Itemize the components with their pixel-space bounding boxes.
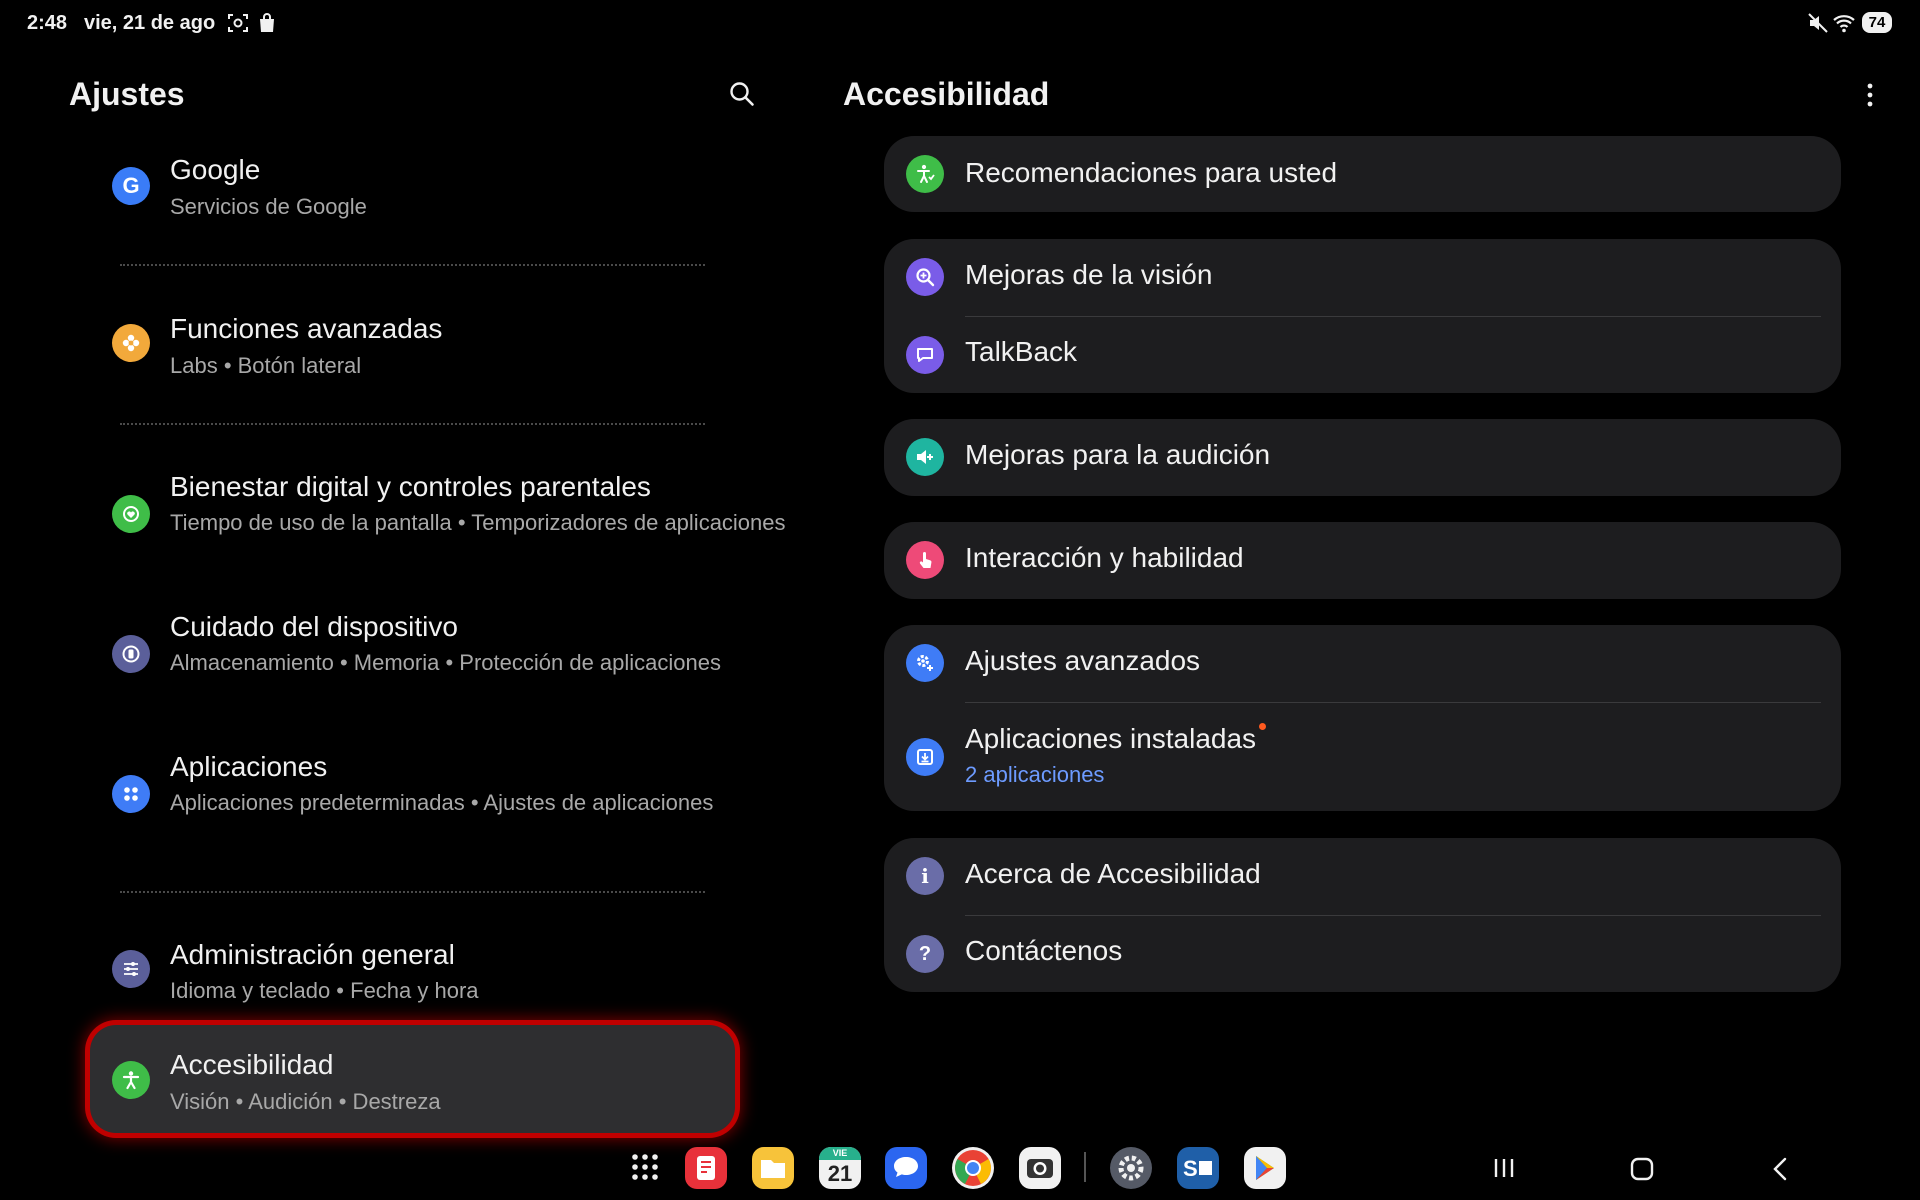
settings-item-subtitle: Servicios de Google [170, 194, 367, 219]
svg-text:S: S [1183, 1156, 1198, 1181]
s-app-icon[interactable]: S [1177, 1147, 1219, 1189]
back-button[interactable] [1770, 1157, 1790, 1181]
settings-item-apps[interactable]: Aplicaciones Aplicaciones predeterminada… [90, 747, 736, 852]
settings-item-subtitle: Labs • Botón lateral [170, 353, 362, 378]
notes-app-icon[interactable] [685, 1147, 727, 1189]
settings-item-general-management[interactable]: Administración general Idioma y teclado … [90, 935, 736, 1010]
download-icon [906, 738, 944, 776]
wifi-icon [1833, 15, 1855, 33]
settings-item-subtitle: Tiempo de uso de la pantalla • Temporiza… [170, 510, 786, 535]
chrome-app-icon[interactable] [952, 1147, 994, 1189]
settings-app-icon[interactable] [1110, 1147, 1152, 1189]
apps-grid-icon[interactable] [625, 1147, 665, 1187]
settings-item-title: Funciones avanzadas [170, 313, 443, 344]
card-advanced: Ajustes avanzados Aplicaciones instalada… [884, 625, 1841, 811]
play-store-icon[interactable] [1244, 1147, 1286, 1189]
item-vision-enhancements[interactable]: Mejoras de la visión [884, 239, 1841, 316]
talkback-icon [906, 336, 944, 374]
settings-title: Ajustes [69, 76, 185, 112]
calendar-day-number: 21 [827, 1161, 853, 1186]
apps-icon [112, 775, 150, 813]
item-title: Contáctenos [965, 935, 1123, 966]
more-options-icon[interactable] [1866, 82, 1874, 108]
gear-plus-icon [906, 644, 944, 682]
magnify-icon [906, 258, 944, 296]
settings-item-title: Administración general [170, 939, 455, 970]
status-date: vie, 21 de ago [84, 12, 216, 34]
accessibility-recommend-icon [906, 155, 944, 193]
item-title: Recomendaciones para usted [965, 157, 1338, 188]
settings-item-title: Aplicaciones [170, 751, 328, 782]
item-title: Acerca de Accesibilidad [965, 858, 1261, 889]
item-title: Ajustes avanzados [965, 645, 1201, 676]
item-title: TalkBack [965, 336, 1078, 367]
help-icon: ? [906, 935, 944, 973]
card-about: i Acerca de Accesibilidad ? Contáctenos [884, 838, 1841, 992]
item-subtitle: 2 aplicaciones [965, 762, 1105, 787]
screenshot-icon [228, 14, 248, 32]
item-advanced-settings[interactable]: Ajustes avanzados [884, 625, 1841, 702]
files-app-icon[interactable] [752, 1147, 794, 1189]
item-title: Mejoras de la visión [965, 259, 1213, 290]
card-vision: Mejoras de la visión TalkBack [884, 239, 1841, 393]
status-bar: 2:48 vie, 21 de ago 74 [0, 0, 1920, 46]
settings-item-device-care[interactable]: Cuidado del dispositivo Almacenamiento •… [90, 607, 736, 712]
settings-item-google[interactable]: G Google Servicios de Google [90, 150, 736, 225]
recent-apps-button[interactable] [1492, 1157, 1516, 1179]
google-icon: G [112, 167, 150, 205]
settings-item-title: Accesibilidad [170, 1049, 334, 1080]
calendar-app-icon[interactable]: VIE 21 [819, 1147, 861, 1189]
card-hearing: Mejoras para la audición [884, 419, 1841, 496]
card-recommendations: Recomendaciones para usted [884, 136, 1841, 212]
shopping-bag-icon [260, 13, 274, 32]
item-interaction-dexterity[interactable]: Interacción y habilidad [884, 522, 1841, 599]
settings-item-subtitle: Visión • Audición • Destreza [170, 1089, 441, 1114]
item-recommendations[interactable]: Recomendaciones para usted [884, 136, 1841, 212]
settings-item-subtitle: Aplicaciones predeterminadas • Ajustes d… [170, 790, 714, 815]
settings-item-subtitle: Almacenamiento • Memoria • Protección de… [170, 650, 721, 675]
item-about-accessibility[interactable]: i Acerca de Accesibilidad [884, 838, 1841, 915]
mute-icon [1808, 13, 1828, 33]
messages-app-icon[interactable] [885, 1147, 927, 1189]
home-button[interactable] [1630, 1157, 1654, 1181]
item-talkback[interactable]: TalkBack [884, 317, 1841, 393]
battery-indicator: 74 [1862, 12, 1892, 33]
item-hearing-enhancements[interactable]: Mejoras para la audición [884, 419, 1841, 496]
settings-item-title: Google [170, 154, 261, 185]
item-title: Mejoras para la audición [965, 439, 1271, 470]
settings-item-digital-wellbeing[interactable]: Bienestar digital y controles parentales… [90, 467, 786, 572]
settings-item-title: Cuidado del dispositivo [170, 611, 458, 642]
item-title: Aplicaciones instaladas [965, 723, 1257, 754]
section-divider [120, 891, 705, 893]
device-care-icon [112, 635, 150, 673]
settings-item-advanced-features[interactable]: Funciones avanzadas Labs • Botón lateral [90, 309, 736, 384]
status-time: 2:48 [27, 12, 68, 34]
dock-separator [1084, 1152, 1086, 1182]
section-divider [120, 423, 705, 425]
sliders-icon [112, 950, 150, 988]
camera-app-icon[interactable] [1019, 1147, 1061, 1189]
wellbeing-icon [112, 495, 150, 533]
accessibility-icon [112, 1061, 150, 1099]
accessibility-page-title: Accesibilidad [843, 76, 1050, 112]
settings-item-accessibility[interactable]: Accesibilidad Visión • Audición • Destre… [90, 1045, 736, 1120]
touch-icon [906, 541, 944, 579]
new-badge-dot [1259, 723, 1266, 730]
settings-item-title: Bienestar digital y controles parentales [170, 471, 651, 502]
item-title: Interacción y habilidad [965, 542, 1244, 573]
search-icon[interactable] [727, 79, 757, 109]
flower-icon [112, 324, 150, 362]
card-interaction: Interacción y habilidad [884, 522, 1841, 599]
info-icon: i [906, 857, 944, 895]
item-installed-apps[interactable]: Aplicaciones instaladas 2 aplicaciones [884, 703, 1841, 811]
calendar-day-label: VIE [819, 1147, 861, 1160]
settings-item-subtitle: Idioma y teclado • Fecha y hora [170, 978, 479, 1003]
item-contact-us[interactable]: ? Contáctenos [884, 916, 1841, 992]
section-divider [120, 264, 705, 266]
hearing-icon [906, 438, 944, 476]
